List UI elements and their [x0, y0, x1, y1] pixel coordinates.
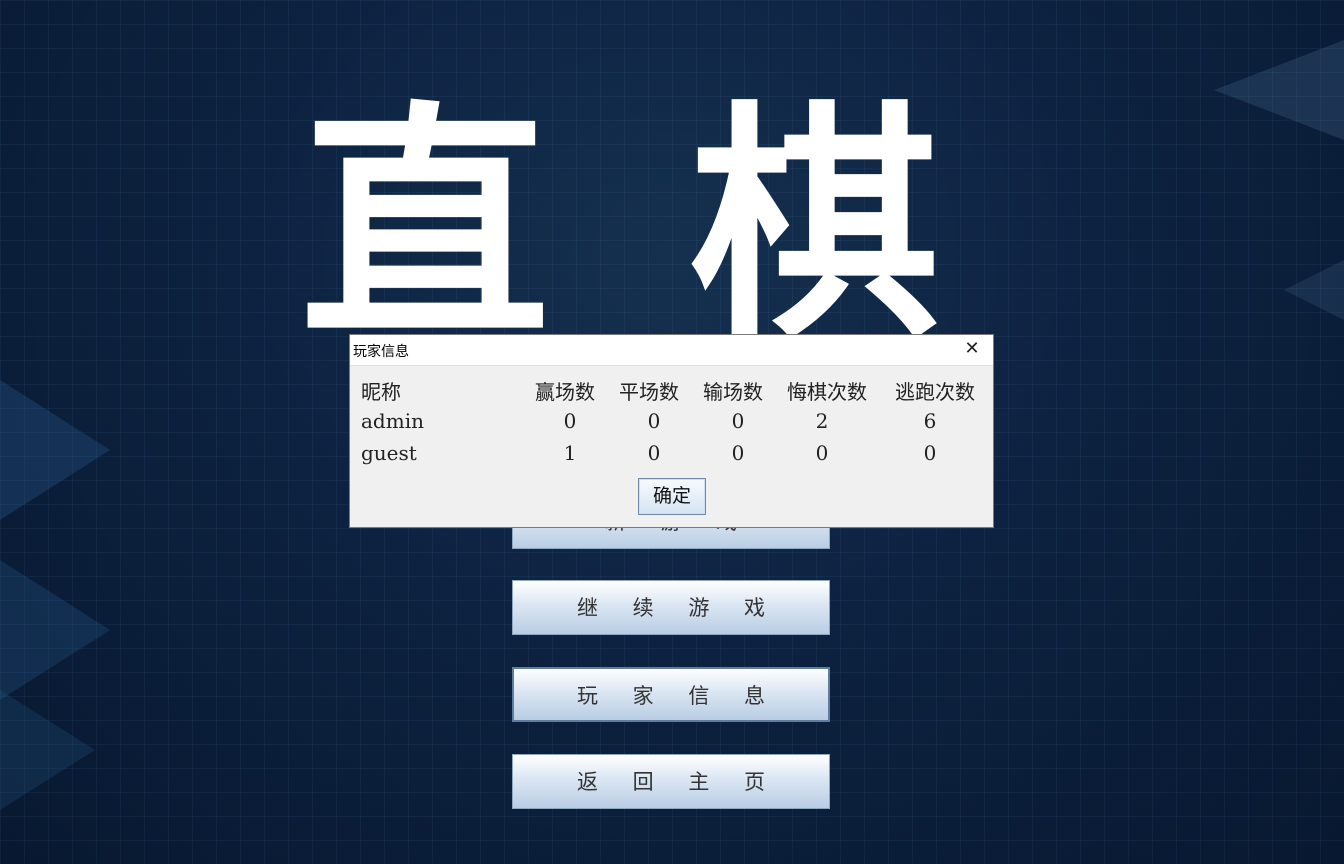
header-losses: 输场数: [703, 380, 763, 404]
dialog-titlebar: 玩家信息 ✕: [350, 335, 993, 366]
header-nickname: 昵称: [361, 380, 401, 404]
header-escapes: 逃跑次数: [895, 380, 975, 404]
decor-triangle: [1214, 40, 1344, 140]
decor-triangle: [1284, 260, 1344, 320]
header-wins: 赢场数: [535, 380, 595, 404]
row-guest-wins: 1: [563, 441, 577, 465]
decor-triangle: [0, 690, 95, 810]
decor-triangle: [0, 380, 110, 520]
row-admin-draws: 0: [647, 409, 661, 433]
player-info-dialog: 玩家信息 ✕ 昵称 赢场数 平场数 输场数 悔棋次数 逃跑次数 admin 0 …: [349, 334, 994, 528]
dialog-title: 玩家信息: [353, 344, 409, 360]
header-draws: 平场数: [619, 380, 679, 404]
game-title-char-2: 棋: [690, 78, 940, 372]
game-title-char-1: 直: [300, 78, 550, 372]
row-guest-losses: 0: [731, 441, 745, 465]
row-admin-wins: 0: [563, 409, 577, 433]
back-home-button[interactable]: 返 回 主 页: [512, 754, 830, 809]
row-guest-draws: 0: [647, 441, 661, 465]
row-admin-losses: 0: [731, 409, 745, 433]
close-icon[interactable]: ✕: [963, 340, 981, 358]
decor-triangle: [0, 560, 110, 700]
continue-game-button[interactable]: 继 续 游 戏: [512, 580, 830, 635]
row-admin-undos: 2: [815, 409, 829, 433]
row-admin-name: admin: [361, 409, 424, 433]
ok-button[interactable]: 确定: [638, 478, 706, 515]
row-guest-escapes: 0: [923, 441, 937, 465]
header-undos: 悔棋次数: [787, 380, 867, 404]
player-info-button[interactable]: 玩 家 信 息: [512, 667, 830, 722]
row-admin-escapes: 6: [923, 409, 937, 433]
row-guest-name: guest: [361, 441, 417, 465]
row-guest-undos: 0: [815, 441, 829, 465]
